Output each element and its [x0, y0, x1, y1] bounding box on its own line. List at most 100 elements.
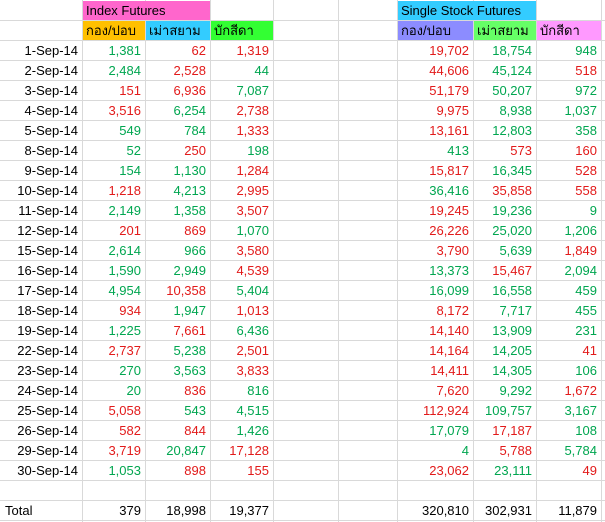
date-cell[interactable]: 22-Sep-14 — [1, 341, 82, 360]
index-value-cell[interactable]: 844 — [146, 421, 210, 440]
single-value-cell[interactable]: 1,206 — [537, 221, 601, 240]
single-value-cell[interactable]: 4 — [398, 441, 473, 460]
single-total-cell[interactable]: 302,931 — [474, 501, 536, 520]
single-value-cell[interactable]: 109,757 — [474, 401, 536, 420]
index-value-cell[interactable]: 5,238 — [146, 341, 210, 360]
single-value-cell[interactable]: 14,305 — [474, 361, 536, 380]
single-value-cell[interactable]: 358 — [537, 121, 601, 140]
date-cell[interactable]: 3-Sep-14 — [1, 81, 82, 100]
index-value-cell[interactable]: 2,995 — [211, 181, 273, 200]
single-value-cell[interactable]: 16,345 — [474, 161, 536, 180]
index-value-cell[interactable]: 3,719 — [83, 441, 145, 460]
single-value-cell[interactable]: 36,416 — [398, 181, 473, 200]
date-cell[interactable]: 18-Sep-14 — [1, 301, 82, 320]
single-value-cell[interactable]: 23,062 — [398, 461, 473, 480]
index-value-cell[interactable]: 3,563 — [146, 361, 210, 380]
single-value-cell[interactable]: 17,187 — [474, 421, 536, 440]
single-value-cell[interactable]: 528 — [537, 161, 601, 180]
single-value-cell[interactable]: 9 — [537, 201, 601, 220]
date-cell[interactable]: 1-Sep-14 — [1, 41, 82, 60]
single-value-cell[interactable]: 14,205 — [474, 341, 536, 360]
single-value-cell[interactable]: 23,111 — [474, 461, 536, 480]
single-value-cell[interactable]: 7,620 — [398, 381, 473, 400]
single-value-cell[interactable]: 45,124 — [474, 61, 536, 80]
index-value-cell[interactable]: 17,128 — [211, 441, 273, 460]
index-value-cell[interactable]: 934 — [83, 301, 145, 320]
index-value-cell[interactable]: 62 — [146, 41, 210, 60]
single-value-cell[interactable]: 455 — [537, 301, 601, 320]
index-value-cell[interactable]: 1,333 — [211, 121, 273, 140]
single-value-cell[interactable]: 18,754 — [474, 41, 536, 60]
single-value-cell[interactable]: 25,020 — [474, 221, 536, 240]
date-cell[interactable]: 23-Sep-14 — [1, 361, 82, 380]
single-value-cell[interactable]: 1,037 — [537, 101, 601, 120]
index-value-cell[interactable]: 151 — [83, 81, 145, 100]
index-value-cell[interactable]: 7,087 — [211, 81, 273, 100]
index-total-cell[interactable]: 18,998 — [146, 501, 210, 520]
index-value-cell[interactable]: 2,528 — [146, 61, 210, 80]
date-cell[interactable]: 19-Sep-14 — [1, 321, 82, 340]
single-value-cell[interactable]: 26,226 — [398, 221, 473, 240]
index-value-cell[interactable]: 1,013 — [211, 301, 273, 320]
index-value-cell[interactable]: 10,358 — [146, 281, 210, 300]
single-value-cell[interactable]: 413 — [398, 141, 473, 160]
index-value-cell[interactable]: 155 — [211, 461, 273, 480]
index-value-cell[interactable]: 250 — [146, 141, 210, 160]
index-value-cell[interactable]: 784 — [146, 121, 210, 140]
index-value-cell[interactable]: 2,737 — [83, 341, 145, 360]
single-value-cell[interactable]: 19,236 — [474, 201, 536, 220]
single-value-cell[interactable]: 3,167 — [537, 401, 601, 420]
index-value-cell[interactable]: 4,954 — [83, 281, 145, 300]
index-futures-title[interactable]: Index Futures — [83, 1, 210, 20]
index-value-cell[interactable]: 2,738 — [211, 101, 273, 120]
single-value-cell[interactable]: 2,094 — [537, 261, 601, 280]
index-value-cell[interactable]: 2,484 — [83, 61, 145, 80]
index-value-cell[interactable]: 6,936 — [146, 81, 210, 100]
single-value-cell[interactable]: 9,292 — [474, 381, 536, 400]
index-value-cell[interactable]: 836 — [146, 381, 210, 400]
single-value-cell[interactable]: 948 — [537, 41, 601, 60]
single-value-cell[interactable]: 518 — [537, 61, 601, 80]
index-value-cell[interactable]: 20 — [83, 381, 145, 400]
index-value-cell[interactable]: 270 — [83, 361, 145, 380]
single-value-cell[interactable]: 5,639 — [474, 241, 536, 260]
date-cell[interactable]: 10-Sep-14 — [1, 181, 82, 200]
single-value-cell[interactable]: 160 — [537, 141, 601, 160]
index-value-cell[interactable]: 1,225 — [83, 321, 145, 340]
single-value-cell[interactable]: 16,099 — [398, 281, 473, 300]
single-value-cell[interactable]: 3,790 — [398, 241, 473, 260]
single-value-cell[interactable]: 14,140 — [398, 321, 473, 340]
date-cell[interactable]: 25-Sep-14 — [1, 401, 82, 420]
single-total-cell[interactable]: 320,810 — [398, 501, 473, 520]
single-value-cell[interactable]: 16,558 — [474, 281, 536, 300]
index-value-cell[interactable]: 966 — [146, 241, 210, 260]
index-value-cell[interactable]: 6,436 — [211, 321, 273, 340]
index-value-cell[interactable]: 898 — [146, 461, 210, 480]
index-value-cell[interactable]: 20,847 — [146, 441, 210, 460]
index-value-cell[interactable]: 2,949 — [146, 261, 210, 280]
index-value-cell[interactable]: 4,213 — [146, 181, 210, 200]
total-label[interactable]: Total — [1, 501, 82, 520]
single-value-cell[interactable]: 5,788 — [474, 441, 536, 460]
index-value-cell[interactable]: 1,053 — [83, 461, 145, 480]
single-value-cell[interactable]: 13,373 — [398, 261, 473, 280]
date-cell[interactable]: 26-Sep-14 — [1, 421, 82, 440]
index-value-cell[interactable]: 543 — [146, 401, 210, 420]
single-value-cell[interactable]: 13,909 — [474, 321, 536, 340]
single-value-cell[interactable]: 1,672 — [537, 381, 601, 400]
index-value-cell[interactable]: 816 — [211, 381, 273, 400]
index-total-cell[interactable]: 379 — [83, 501, 145, 520]
date-cell[interactable]: 29-Sep-14 — [1, 441, 82, 460]
index-value-cell[interactable]: 1,381 — [83, 41, 145, 60]
single-value-cell[interactable]: 44,606 — [398, 61, 473, 80]
index-value-cell[interactable]: 154 — [83, 161, 145, 180]
index-value-cell[interactable]: 1,590 — [83, 261, 145, 280]
single-value-cell[interactable]: 108 — [537, 421, 601, 440]
index-value-cell[interactable]: 6,254 — [146, 101, 210, 120]
date-cell[interactable]: 17-Sep-14 — [1, 281, 82, 300]
single-col-kong-header[interactable]: กอง/ปอบ — [398, 21, 473, 40]
single-value-cell[interactable]: 35,858 — [474, 181, 536, 200]
index-value-cell[interactable]: 1,070 — [211, 221, 273, 240]
date-cell[interactable]: 2-Sep-14 — [1, 61, 82, 80]
index-value-cell[interactable]: 201 — [83, 221, 145, 240]
